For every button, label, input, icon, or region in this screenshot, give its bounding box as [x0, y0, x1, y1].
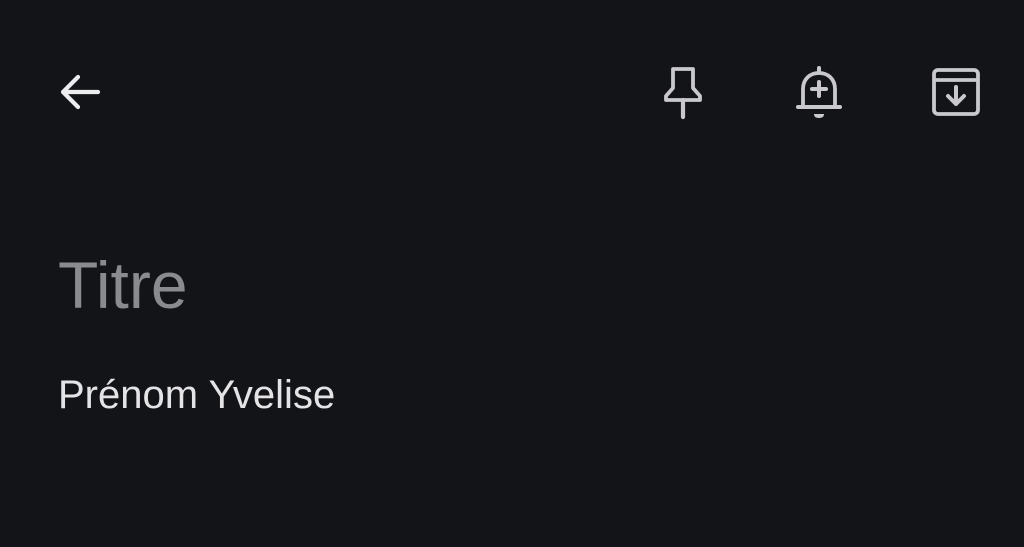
note-editor-screen: Titre Prénom Yvelise	[0, 0, 1024, 547]
arrow-back-icon	[60, 74, 101, 110]
back-button[interactable]	[44, 56, 116, 128]
bell-plus-icon	[796, 66, 842, 118]
archive-button[interactable]	[920, 56, 992, 128]
note-title-field[interactable]: Titre	[58, 245, 958, 325]
reminder-button[interactable]	[783, 56, 855, 128]
note-body-field[interactable]: Prénom Yvelise	[58, 368, 958, 422]
note-body-text: Prénom Yvelise	[58, 373, 336, 417]
top-toolbar	[0, 0, 1024, 185]
archive-icon	[932, 68, 980, 116]
note-title-placeholder: Titre	[58, 248, 188, 322]
pin-button[interactable]	[647, 56, 719, 128]
pin-icon	[664, 67, 702, 120]
